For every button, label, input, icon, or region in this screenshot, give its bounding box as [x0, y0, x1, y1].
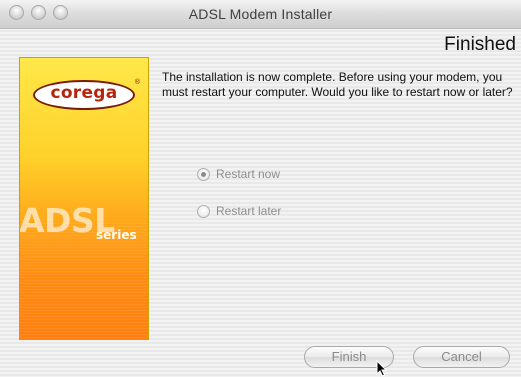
radio-button-selected[interactable]	[197, 167, 210, 181]
series-brand-text: series	[96, 228, 137, 242]
title-bar[interactable]: ADSL Modem Installer	[0, 0, 521, 29]
brand-sidebar: corega ® ADSL series	[19, 57, 149, 340]
window-title: ADSL Modem Installer	[188, 6, 333, 22]
option-restart-now[interactable]: Restart now	[197, 167, 280, 181]
installer-window: ADSL Modem Installer Finished corega ® A…	[0, 0, 521, 377]
registered-mark: ®	[134, 79, 140, 86]
option-label: Restart now	[216, 167, 281, 181]
completion-message: The installation is now complete. Before…	[162, 70, 513, 99]
cancel-button[interactable]: Cancel	[413, 346, 510, 368]
mouse-pointer-icon	[376, 360, 388, 377]
radio-button[interactable]	[197, 204, 210, 218]
corega-logo: corega ®	[33, 79, 140, 110]
logo-text: corega	[50, 83, 118, 103]
page-title: Finished	[444, 34, 516, 55]
option-restart-later[interactable]: Restart later	[197, 204, 281, 218]
option-label: Restart later	[216, 204, 282, 218]
